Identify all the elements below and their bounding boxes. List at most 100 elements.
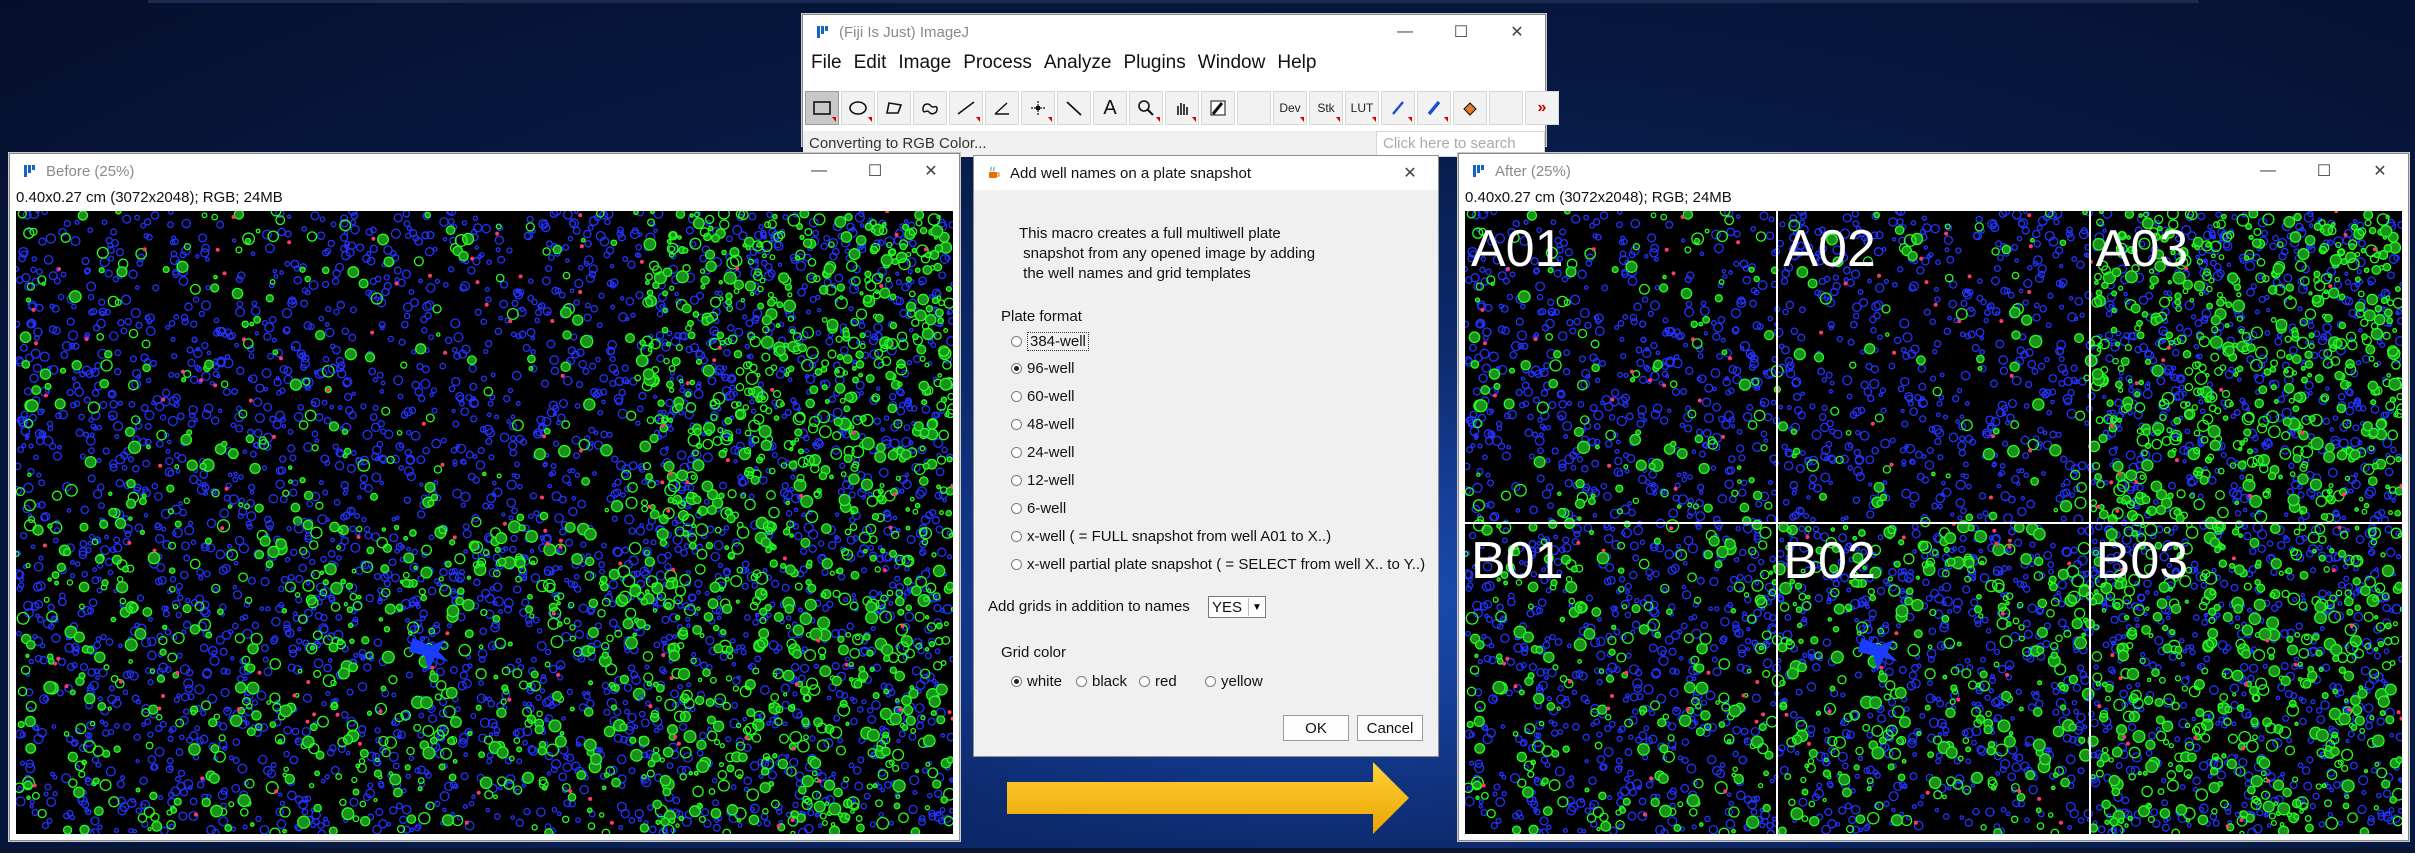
plate-format-radio[interactable]: 384-well xyxy=(1011,332,1089,351)
ok-button[interactable]: OK xyxy=(1283,715,1349,741)
grid-color-radio-white[interactable]: white xyxy=(1011,673,1062,690)
dialog-titlebar[interactable]: Add well names on a plate snapshot xyxy=(974,156,1438,190)
grid-color-label-text: red xyxy=(1155,673,1177,690)
plate-format-radio[interactable]: 6-well xyxy=(1011,500,1066,517)
well-label: A03 xyxy=(2095,220,2189,278)
blank-tool[interactable] xyxy=(1489,91,1523,125)
grid-color-label-text: yellow xyxy=(1221,673,1263,690)
menu-window[interactable]: Window xyxy=(1192,52,1272,74)
maximize-icon[interactable]: ☐ xyxy=(2296,154,2352,188)
image-info: 0.40x0.27 cm (3072x2048); RGB; 24MB xyxy=(16,189,283,206)
menu-analyze[interactable]: Analyze xyxy=(1038,52,1118,74)
plate-format-label-text: 60-well xyxy=(1027,388,1075,405)
right-arrow-icon xyxy=(1007,762,1409,834)
dropper-tool-icon[interactable] xyxy=(1201,91,1235,125)
before-image-canvas[interactable] xyxy=(16,211,953,834)
plate-format-label-text: 48-well xyxy=(1027,416,1075,433)
window-controls: — ☐ ✕ xyxy=(791,154,959,188)
plate-format-radio[interactable]: 12-well xyxy=(1011,472,1075,489)
radio-button-icon xyxy=(1076,676,1087,687)
grid-color-radio-yellow[interactable]: yellow xyxy=(1205,673,1263,690)
cell-image xyxy=(16,211,953,834)
flood-fill-tool-icon[interactable] xyxy=(1453,91,1487,125)
plate-format-label-text: x-well partial plate snapshot ( = SELECT… xyxy=(1027,556,1426,573)
plate-format-radio[interactable]: x-well partial plate snapshot ( = SELECT… xyxy=(1011,556,1425,573)
wand-tool-icon[interactable] xyxy=(1057,91,1091,125)
grid-color-radio-red[interactable]: red xyxy=(1139,673,1177,690)
magnifier-tool-icon[interactable] xyxy=(1129,91,1163,125)
menu-help[interactable]: Help xyxy=(1271,52,1322,74)
menu-plugins[interactable]: Plugins xyxy=(1117,52,1191,74)
radio-button-icon xyxy=(1011,419,1022,430)
menu-file[interactable]: File xyxy=(803,52,848,74)
dev-tool[interactable]: Dev xyxy=(1273,91,1307,125)
freehand-tool-icon[interactable] xyxy=(913,91,947,125)
grid-line xyxy=(1465,521,2402,524)
angle-tool-icon[interactable] xyxy=(985,91,1019,125)
grid-color-radio-black[interactable]: black xyxy=(1076,673,1127,690)
radio-button-icon xyxy=(1011,336,1022,347)
plate-format-radio[interactable]: 60-well xyxy=(1011,388,1075,405)
menu-image[interactable]: Image xyxy=(892,52,957,74)
plate-format-radio[interactable]: 24-well xyxy=(1011,444,1075,461)
dialog-description: This macro creates a full multiwell plat… xyxy=(1019,225,1316,282)
pencil-tool-icon[interactable] xyxy=(1381,91,1415,125)
lut-tool-label: LUT xyxy=(1350,101,1374,115)
after-image-window: After (25%) — ☐ ✕ 0.40x0.27 cm (3072x204… xyxy=(1458,153,2409,841)
imagej-main-window: (Fiji Is Just) ImageJ — ☐ ✕ File Edit Imag… xyxy=(802,14,1559,157)
brush-tool-icon[interactable] xyxy=(1417,91,1451,125)
lut-tool[interactable]: LUT xyxy=(1345,91,1379,125)
java-cup-icon xyxy=(986,165,1002,181)
blank-tool[interactable] xyxy=(1237,91,1271,125)
polygon-tool-icon[interactable] xyxy=(877,91,911,125)
plate-format-radio[interactable]: 96-well xyxy=(1011,360,1075,377)
tool-bar: A Dev Stk LUT » xyxy=(805,91,1561,127)
more-tools-icon[interactable]: » xyxy=(1525,91,1559,125)
well-label: A02 xyxy=(1783,220,1876,278)
plate-format-label-text: 96-well xyxy=(1027,360,1075,377)
rectangle-tool-icon[interactable] xyxy=(805,91,839,125)
menu-process[interactable]: Process xyxy=(957,52,1038,74)
minimize-icon[interactable]: — xyxy=(791,154,847,188)
close-icon[interactable]: ✕ xyxy=(2352,154,2408,188)
radio-button-icon xyxy=(1205,676,1216,687)
radio-button-icon xyxy=(1011,676,1022,687)
minimize-icon[interactable]: — xyxy=(2240,154,2296,188)
radio-button-icon xyxy=(1011,391,1022,402)
plate-format-radio[interactable]: x-well ( = FULL snapshot from well A01 t… xyxy=(1011,528,1331,545)
before-image-window: Before (25%) — ☐ ✕ 0.40x0.27 cm (3072x20… xyxy=(9,153,960,841)
radio-button-icon xyxy=(1011,503,1022,514)
line-tool-icon[interactable] xyxy=(949,91,983,125)
well-label: A01 xyxy=(1471,220,1564,278)
window-title: After (25%) xyxy=(1495,162,1571,180)
radio-button-icon xyxy=(1011,475,1022,486)
close-icon[interactable]: ✕ xyxy=(903,154,959,188)
hand-tool-icon[interactable] xyxy=(1165,91,1199,125)
maximize-icon[interactable]: ☐ xyxy=(1433,15,1489,49)
oval-tool-icon[interactable] xyxy=(841,91,875,125)
grids-value: YES xyxy=(1212,598,1243,616)
menu-edit[interactable]: Edit xyxy=(848,52,893,74)
plate-format-radio[interactable]: 48-well xyxy=(1011,416,1075,433)
well-label: B01 xyxy=(1471,531,1564,590)
grid-color-label-text: black xyxy=(1092,673,1128,690)
grid-color-label-text: white xyxy=(1027,673,1063,690)
radio-button-icon xyxy=(1011,559,1022,570)
text-tool-icon[interactable]: A xyxy=(1093,91,1127,125)
cancel-button[interactable]: Cancel xyxy=(1357,715,1423,741)
after-image-canvas[interactable]: A01 A02 A03 B01 B02 B03 xyxy=(1465,211,2402,834)
radio-button-icon xyxy=(1139,676,1150,687)
plate-format-label-text: 12-well xyxy=(1027,472,1075,489)
maximize-icon[interactable]: ☐ xyxy=(847,154,903,188)
close-icon[interactable]: ✕ xyxy=(1382,156,1438,190)
grids-select[interactable]: YES ▼ xyxy=(1208,596,1266,618)
close-icon[interactable]: ✕ xyxy=(1489,15,1545,49)
point-tool-icon[interactable] xyxy=(1021,91,1055,125)
radio-button-icon xyxy=(1011,363,1022,374)
window-title: (Fiji Is Just) ImageJ xyxy=(839,23,970,41)
minimize-icon[interactable]: — xyxy=(1377,15,1433,49)
stk-tool[interactable]: Stk xyxy=(1309,91,1343,125)
menu-bar: File Edit Image Process Analyze Plugins Window… xyxy=(803,49,1322,77)
window-controls: — ☐ ✕ xyxy=(2240,154,2408,188)
plate-format-label-text: 24-well xyxy=(1027,444,1075,461)
